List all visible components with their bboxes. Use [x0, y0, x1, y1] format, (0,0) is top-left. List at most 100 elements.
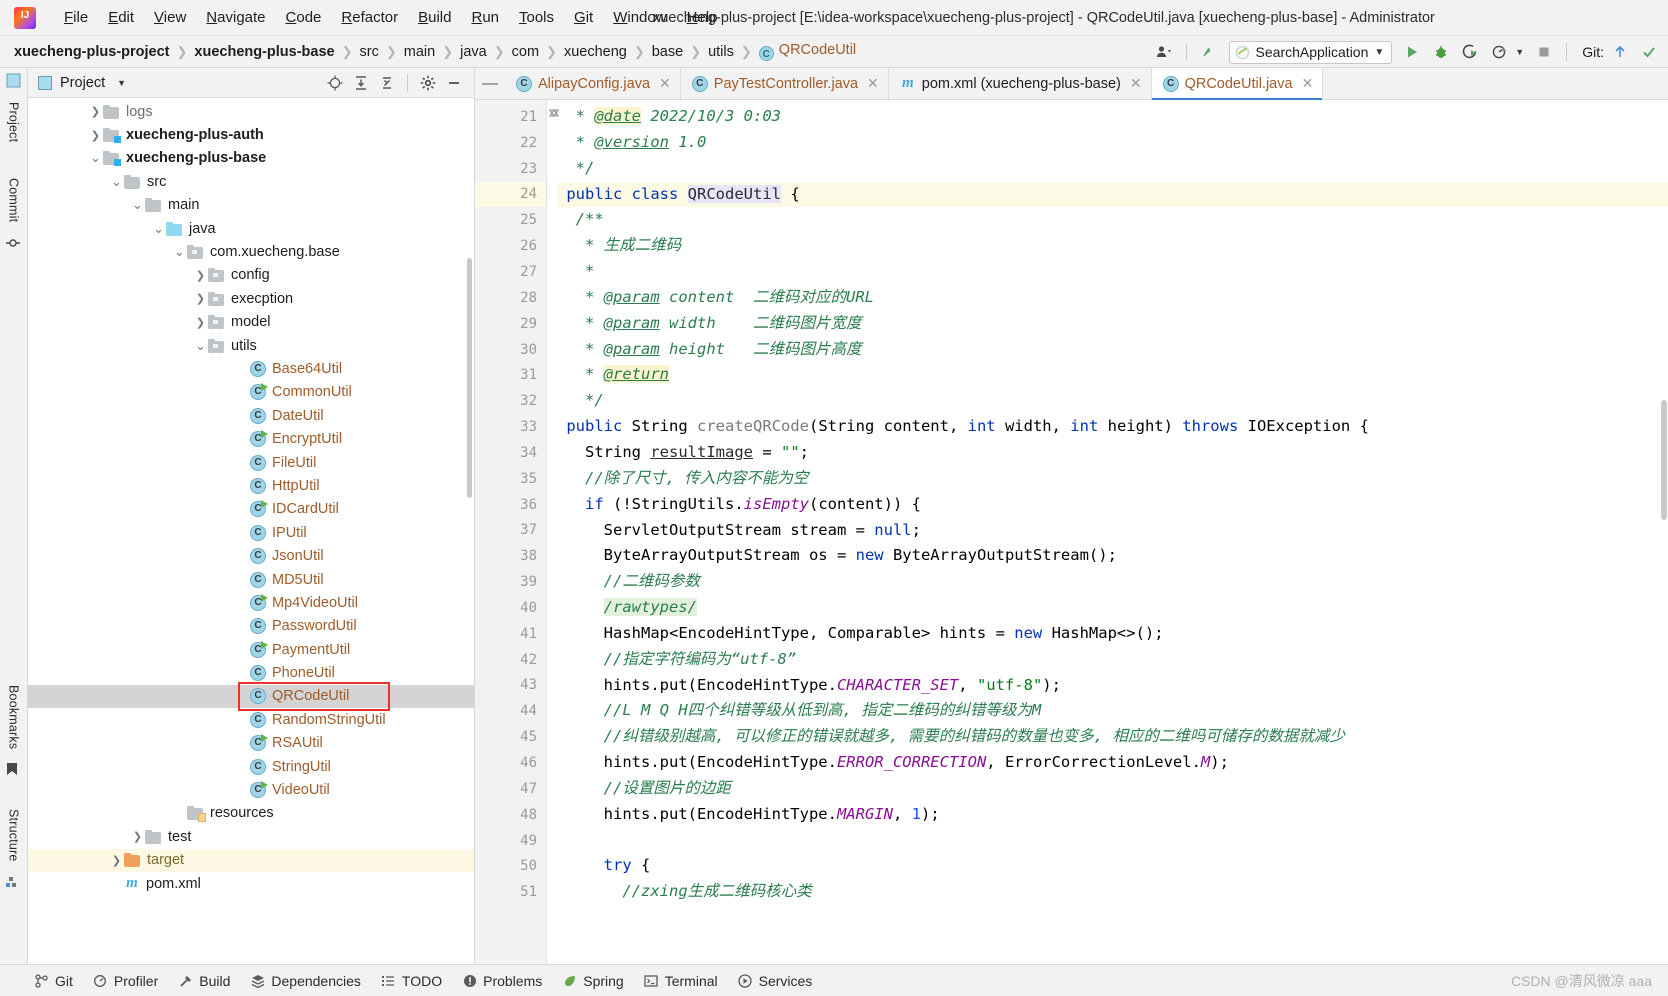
code-line[interactable]: * @param height 二维码图片高度 [557, 337, 1668, 363]
tree-node-passwordutil[interactable]: C PasswordUtil [28, 615, 474, 638]
code-line[interactable]: //指定字符编码为“utf-8” [557, 647, 1668, 673]
line-number[interactable]: 45 [475, 109, 560, 750]
chevron-down-icon-project[interactable]: ▼ [117, 78, 126, 88]
tree-node-resources[interactable]: resources [28, 802, 474, 825]
line-number[interactable]: 36 [475, 109, 560, 518]
line-number[interactable]: 51 [475, 879, 546, 905]
code-line[interactable]: public class QRCodeUtil { [557, 181, 1668, 208]
chevron-right-icon[interactable]: ❯ [109, 854, 124, 867]
tree-node-com-xuecheng-base[interactable]: ⌄ com.xuecheng.base [28, 240, 474, 263]
rail-tab-bookmarks[interactable]: Bookmarks [7, 678, 21, 756]
breadcrumb-item-com[interactable]: com [512, 44, 539, 60]
line-number[interactable]: 47 [475, 776, 546, 802]
line-number[interactable]: 29 [475, 311, 546, 337]
line-number[interactable]: 43 [475, 673, 546, 699]
line-number[interactable]: 32 [475, 109, 560, 414]
code-line[interactable]: * @date 2022/10/3 0:03 [557, 104, 1668, 130]
menu-item-navigate[interactable]: Navigate [196, 7, 275, 28]
tree-node-jsonutil[interactable]: C JsonUtil [28, 544, 474, 567]
line-number-gutter[interactable]: 21 22 23 24 25 26 27 28 29 30 31 32 33 34 35 36 37 38 39 40… [475, 100, 560, 964]
code-line[interactable]: * @version 1.0 [557, 130, 1668, 156]
close-icon[interactable]: ✕ [867, 75, 879, 92]
line-number[interactable]: 40 [475, 595, 546, 621]
updates-icon[interactable] [1196, 40, 1222, 64]
line-number[interactable]: 24 [475, 181, 546, 208]
breadcrumb-item-qrcodeutil[interactable]: C QRCodeUtil [758, 42, 856, 61]
tree-node-config[interactable]: ❯ config [28, 264, 474, 287]
collapse-all-icon[interactable] [375, 72, 399, 94]
chevron-down-icon[interactable]: ⌄ [130, 198, 145, 211]
tree-node-xuecheng-plus-auth[interactable]: ❯ xuecheng-plus-auth [28, 123, 474, 146]
profiler-run-icon[interactable] [1486, 40, 1512, 64]
line-number[interactable]: 27 [475, 259, 546, 285]
code-line[interactable]: * [557, 259, 1668, 285]
chevron-down-icon[interactable]: ⌄ [172, 245, 187, 258]
status-bar-item-services[interactable]: Services [738, 973, 812, 989]
project-tree[interactable]: ❯ logs ❯ xuecheng-plus-auth ⌄ xuecheng-plus-b… [28, 98, 474, 964]
code-line[interactable]: hints.put(EncodeHintType.MARGIN, 1); [557, 802, 1668, 828]
status-bar-item-todo[interactable]: TODO [381, 973, 442, 989]
run-configuration-selector[interactable]: SearchApplication ▼ [1228, 40, 1393, 64]
code-line[interactable]: String resultImage = ""; [557, 440, 1668, 466]
rail-tab-commit[interactable]: Commit [7, 171, 21, 229]
tree-node-stringutil[interactable]: C StringUtil [28, 755, 474, 778]
status-bar-item-problems[interactable]: Problems [462, 973, 542, 989]
code-line[interactable]: ServletOutputStream stream = null; [557, 518, 1668, 544]
tree-node-dateutil[interactable]: C DateUtil [28, 404, 474, 427]
code-line[interactable]: public String createQRCode(String conten… [557, 414, 1668, 440]
code-line[interactable]: /** [557, 207, 1668, 233]
breadcrumb-item-xuecheng[interactable]: xuecheng [564, 44, 627, 60]
tree-node-utils[interactable]: ⌄ utils [28, 334, 474, 357]
code-line[interactable] [557, 828, 1668, 854]
menu-item-git[interactable]: Git [564, 7, 603, 28]
code-line[interactable]: */ [557, 388, 1668, 414]
chevron-right-icon[interactable]: ❯ [193, 292, 208, 305]
code-line[interactable]: * @param width 二维码图片宽度 [557, 311, 1668, 337]
code-line[interactable]: hints.put(EncodeHintType.ERROR_CORRECTIO… [557, 750, 1668, 776]
line-number[interactable]: 48 [475, 802, 546, 828]
stop-icon[interactable] [1531, 40, 1557, 64]
menu-item-refactor[interactable]: Refactor [331, 7, 408, 28]
code-line[interactable]: hints.put(EncodeHintType.CHARACTER_SET, … [557, 673, 1668, 699]
menu-item-window[interactable]: Window [603, 7, 676, 28]
line-number[interactable]: 38 [475, 543, 546, 569]
menu-item-code[interactable]: Code [276, 7, 332, 28]
menu-item-edit[interactable]: Edit [98, 7, 144, 28]
chevron-down-icon[interactable]: ▼ [1374, 47, 1384, 58]
line-number[interactable]: 33 [475, 109, 560, 440]
code-line[interactable]: HashMap<EncodeHintType, Comparable> hint… [557, 621, 1668, 647]
code-line[interactable]: //设置图片的边距 [557, 776, 1668, 802]
chevron-down-icon-2[interactable]: ▼ [1515, 47, 1524, 57]
hide-panel-icon[interactable] [442, 72, 466, 94]
tree-node-model[interactable]: ❯ model [28, 311, 474, 334]
status-bar-item-dependencies[interactable]: Dependencies [250, 973, 361, 989]
status-bar-item-terminal[interactable]: Terminal [644, 973, 718, 989]
tree-node-execption[interactable]: ❯ execption [28, 287, 474, 310]
chevron-right-icon[interactable]: ❯ [193, 316, 208, 329]
tree-node-src[interactable]: ⌄ src [28, 170, 474, 193]
code-content[interactable]: * @date 2022/10/3 0:03 * @version 1.0 */… [547, 100, 1668, 964]
chevron-down-icon[interactable]: ⌄ [151, 222, 166, 235]
editor-tab-alipayconfig-java[interactable]: C AlipayConfig.java ✕ [505, 68, 681, 99]
tree-node-logs[interactable]: ❯ logs [28, 100, 474, 123]
menu-item-help[interactable]: Help [677, 7, 728, 28]
run-with-coverage-icon[interactable] [1457, 40, 1483, 64]
code-line[interactable]: //纠错级别越高, 可以修正的错误就越多, 需要的纠错码的数量也变多, 相应的二… [557, 724, 1668, 750]
line-number[interactable]: 39 [475, 569, 546, 595]
line-number[interactable]: 34 [475, 440, 546, 466]
rail-tab-project[interactable]: Project [7, 95, 21, 149]
tree-node-idcardutil[interactable]: C IDCardUtil [28, 498, 474, 521]
code-line[interactable]: //L M Q H四个纠错等级从低到高, 指定二维码的纠错等级为M [557, 698, 1668, 724]
user-icon[interactable] [1151, 40, 1177, 64]
tree-node-mp4videoutil[interactable]: C Mp4VideoUtil [28, 591, 474, 614]
status-bar-item-profiler[interactable]: Profiler [93, 973, 158, 989]
code-line[interactable]: try { [557, 853, 1668, 879]
menu-item-run[interactable]: Run [461, 7, 509, 28]
line-number[interactable]: 42 [475, 647, 546, 673]
code-line[interactable]: /rawtypes/ [557, 595, 1668, 621]
tree-node-main[interactable]: ⌄ main [28, 194, 474, 217]
chevron-down-icon[interactable]: ⌄ [193, 339, 208, 352]
editor-tab-paytestcontroller-java[interactable]: C PayTestController.java ✕ [680, 68, 889, 99]
debug-icon[interactable] [1428, 40, 1454, 64]
gear-icon[interactable] [416, 72, 440, 94]
